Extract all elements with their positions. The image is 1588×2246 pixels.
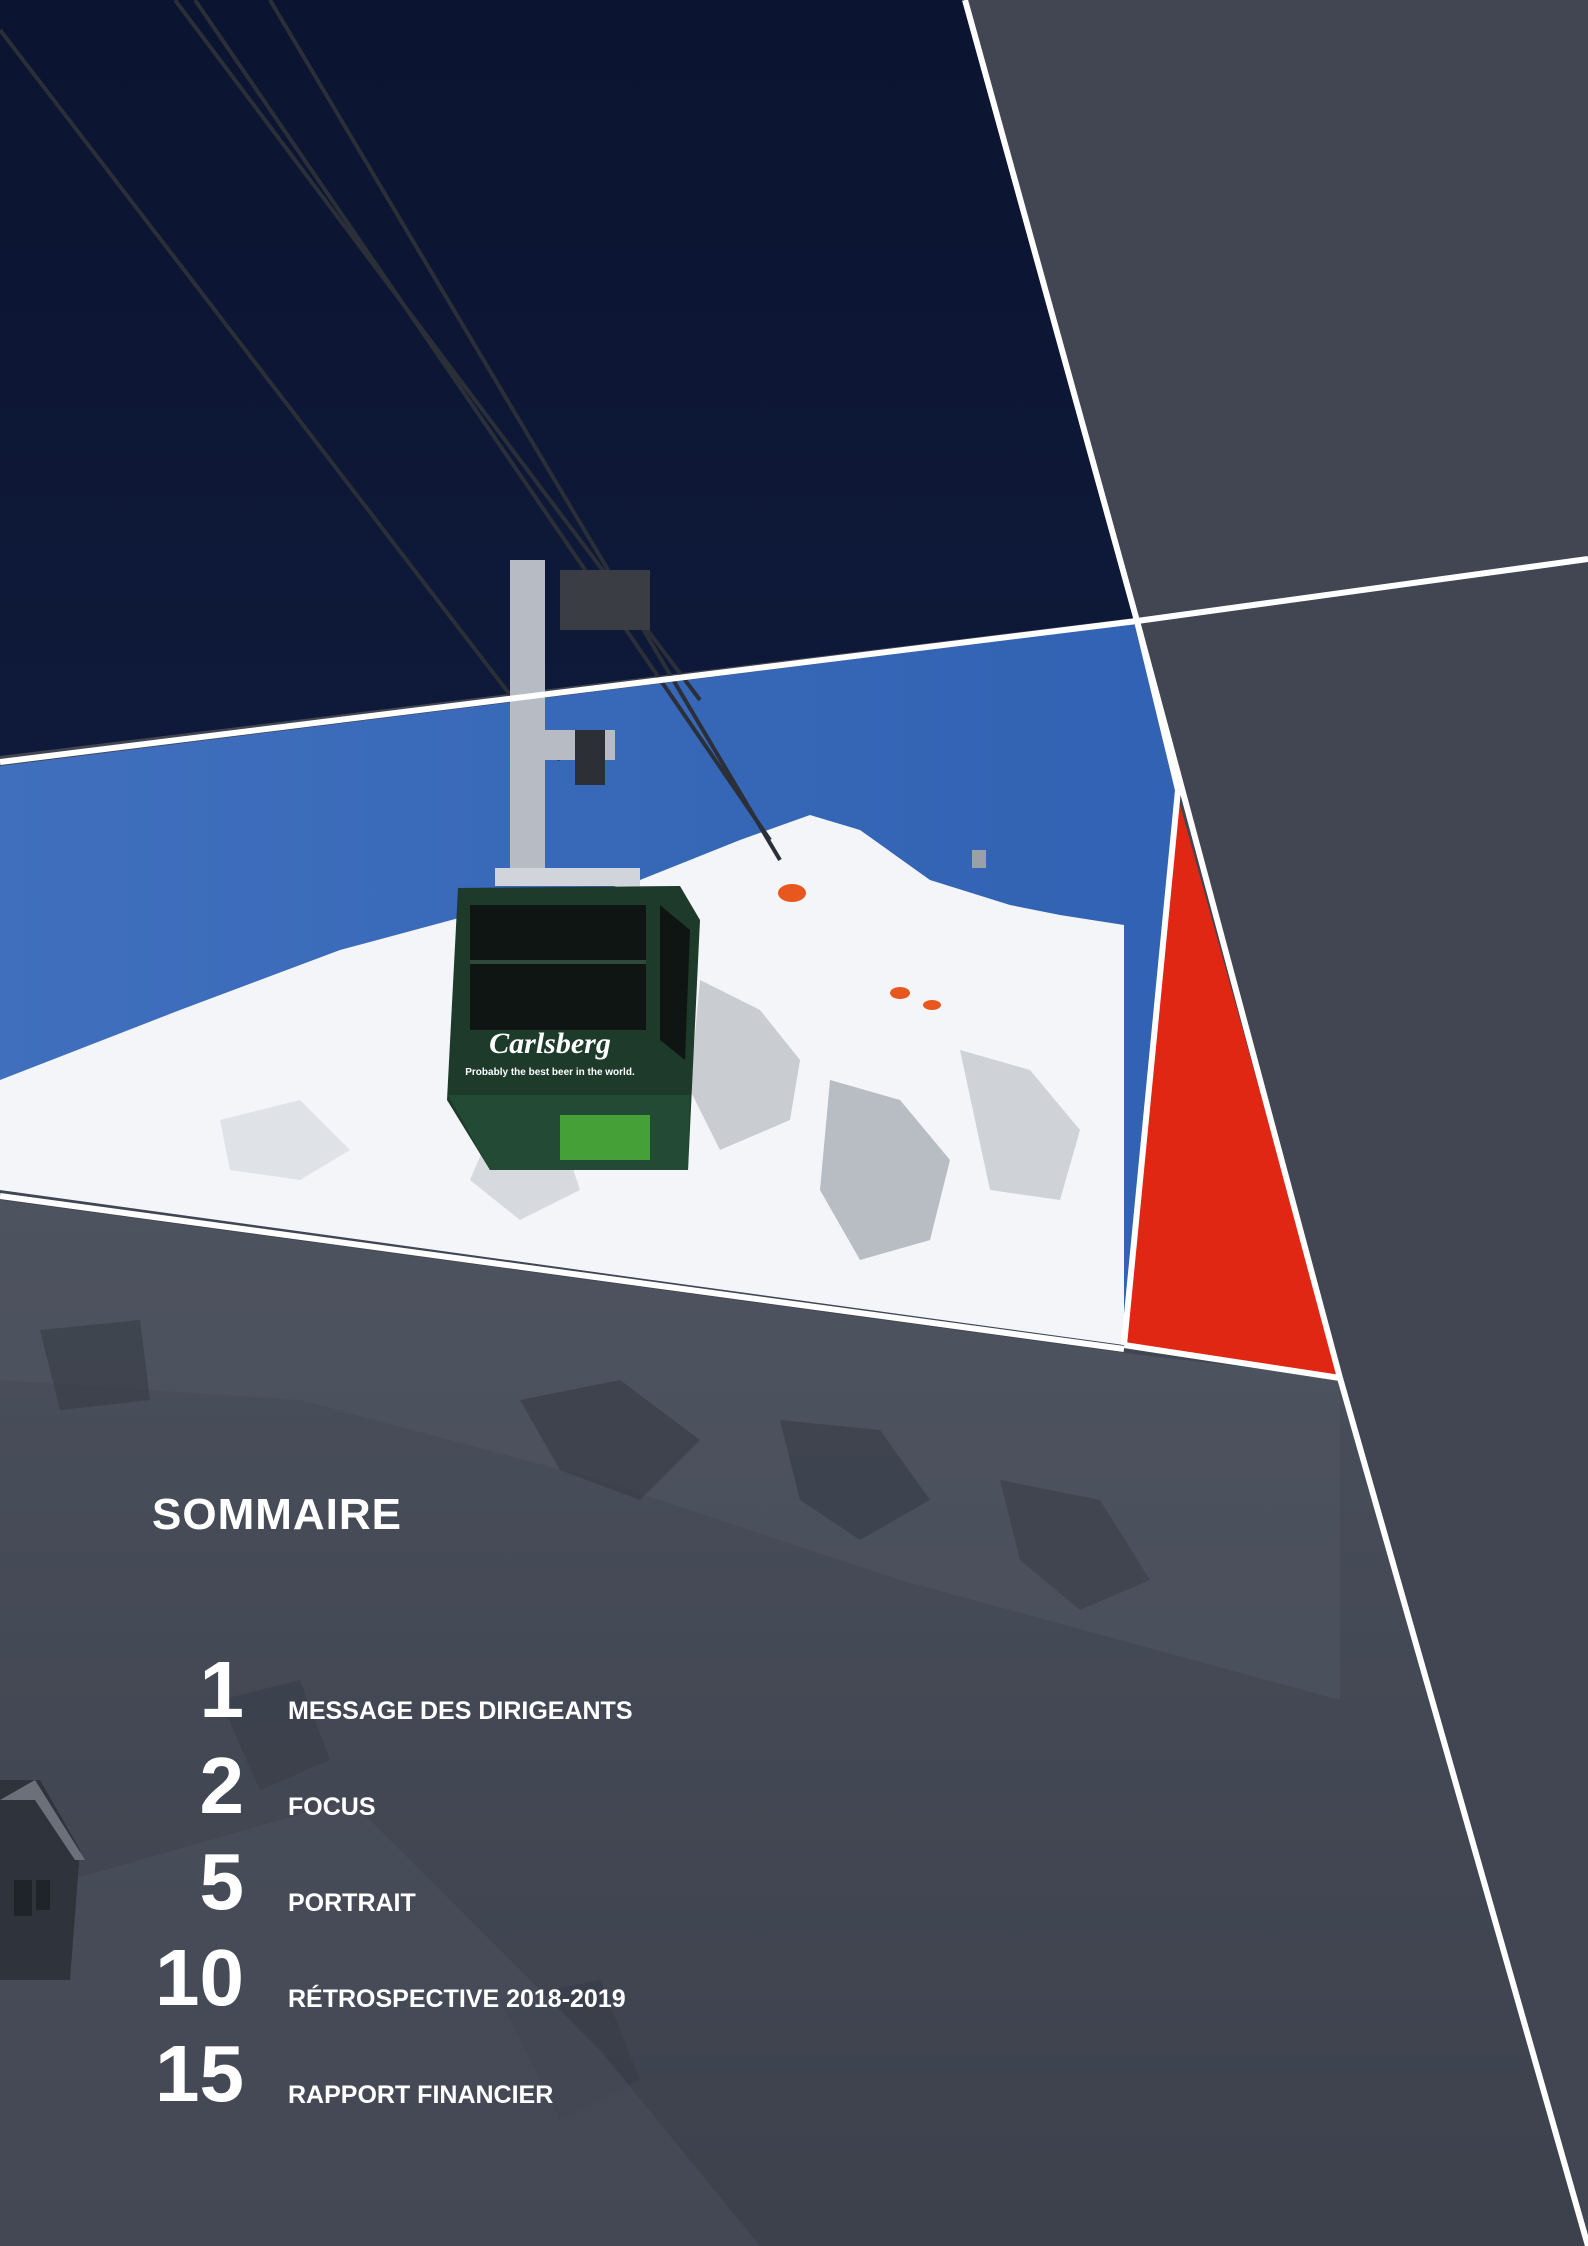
toc-entry[interactable]: 5 PORTRAIT [140, 1832, 740, 1922]
toc-entry-label: MESSAGE DES DIRIGEANTS [288, 1697, 633, 1725]
toc-entry-label: PORTRAIT [288, 1889, 416, 1917]
toc-page-number: 2 [199, 1741, 245, 1830]
toc-entry[interactable]: 15 RAPPORT FINANCIER [140, 2024, 740, 2114]
toc-title: SOMMAIRE [152, 1490, 402, 1539]
toc-entry-label: FOCUS [288, 1793, 376, 1821]
toc-entry[interactable]: 2 FOCUS [140, 1736, 740, 1826]
gondola-slogan-text: Probably the best beer in the world. [465, 1067, 635, 1078]
toc-entry-label: RÉTROSPECTIVE 2018-2019 [288, 1985, 626, 2013]
toc-entry[interactable]: 10 RÉTROSPECTIVE 2018-2019 [140, 1928, 740, 2018]
toc-page-number: 10 [155, 1933, 244, 2022]
cover-page: Carlsberg Probably the best beer in the … [0, 0, 1588, 2246]
gondola-cabin: Carlsberg Probably the best beer in the … [447, 886, 700, 1170]
toc-page-number: 5 [199, 1837, 245, 1926]
toc-page-number: 1 [199, 1645, 245, 1734]
toc-entry-label: RAPPORT FINANCIER [288, 2081, 554, 2109]
toc-entry[interactable]: 1 MESSAGE DES DIRIGEANTS [140, 1640, 740, 1730]
gondola-brand-text: Carlsberg [489, 1027, 611, 1060]
toc-page-number: 15 [155, 2029, 244, 2118]
